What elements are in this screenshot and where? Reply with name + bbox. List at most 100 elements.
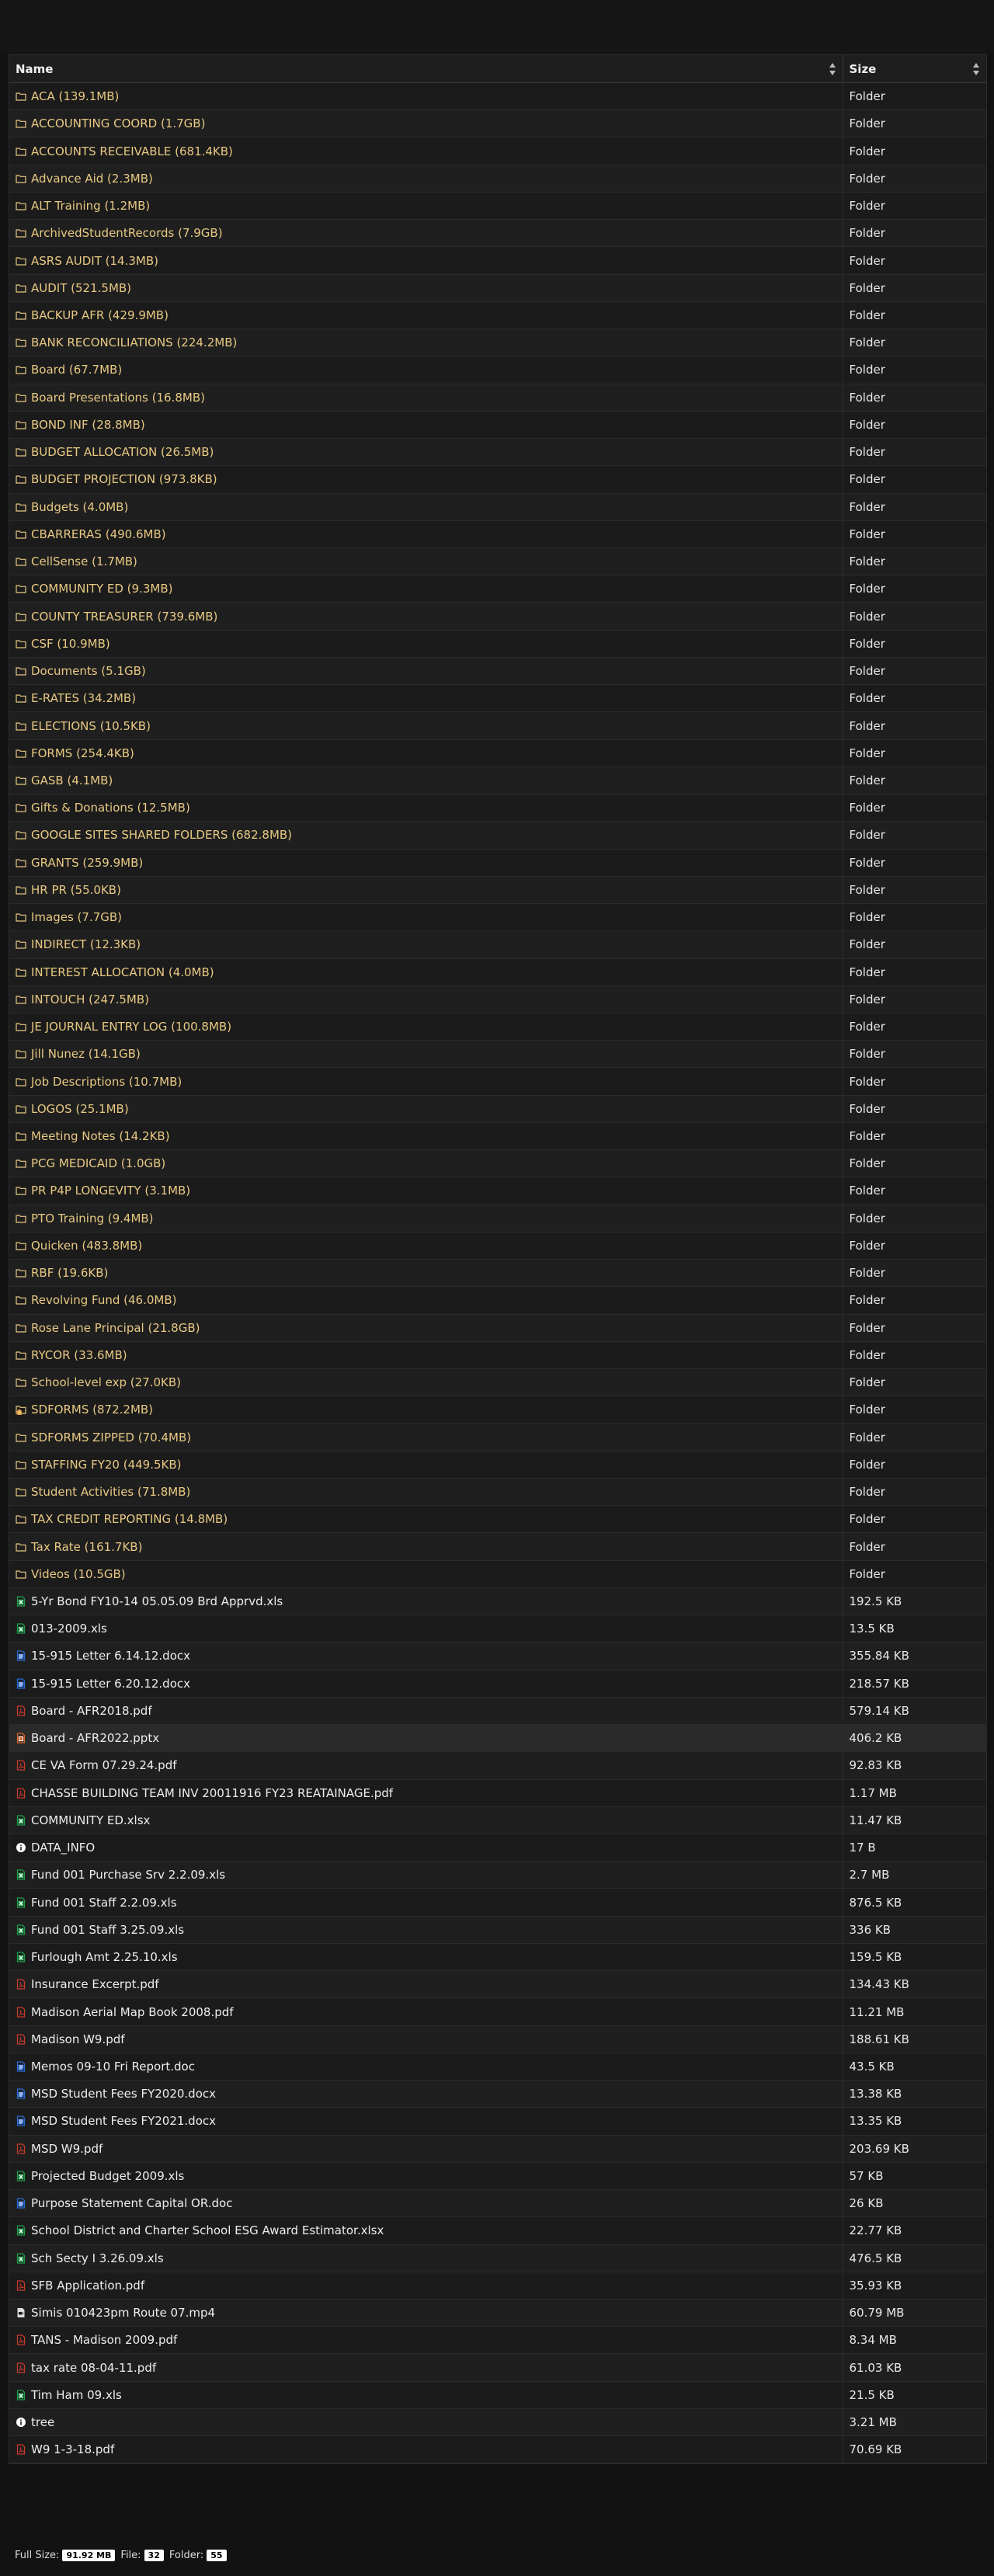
folder-link[interactable]: CSF (10.9MB) [31,637,110,651]
folder-row[interactable]: SDFORMS (872.2MB) Folder [9,1396,986,1424]
file-link[interactable]: Furlough Amt 2.25.10.xls [31,1950,178,1964]
file-link[interactable]: Memos 09-10 Fri Report.doc [31,2060,195,2074]
file-row[interactable]: Furlough Amt 2.25.10.xls 159.5 KB [9,1943,986,1972]
file-row[interactable]: W9 1-3-18.pdf 70.69 KB [9,2435,986,2464]
folder-link[interactable]: CBARRERAS (490.6MB) [31,527,166,541]
folder-link[interactable]: Videos (10.5GB) [31,1567,126,1581]
file-link[interactable]: Madison Aerial Map Book 2008.pdf [31,2005,234,2019]
file-row[interactable]: tree 3.21 MB [9,2408,986,2437]
file-row[interactable]: Simis 010423pm Route 07.mp4 60.79 MB [9,2299,986,2327]
folder-link[interactable]: Gifts & Donations (12.5MB) [31,801,190,815]
folder-row[interactable]: INTEREST ALLOCATION (4.0MB) Folder [9,958,986,986]
folder-row[interactable]: BANK RECONCILIATIONS (224.2MB) Folder [9,329,986,357]
folder-row[interactable]: PCG MEDICAID (1.0GB) Folder [9,1149,986,1178]
folder-link[interactable]: RBF (19.6KB) [31,1266,108,1280]
folder-row[interactable]: RBF (19.6KB) Folder [9,1259,986,1288]
file-link[interactable]: tax rate 08-04-11.pdf [31,2361,156,2375]
folder-link[interactable]: SDFORMS (872.2MB) [31,1403,153,1417]
sort-icon[interactable] [829,63,836,75]
folder-link[interactable]: BANK RECONCILIATIONS (224.2MB) [31,335,237,349]
file-link[interactable]: DATA_INFO [31,1841,95,1855]
file-row[interactable]: COMMUNITY ED.xlsx 11.47 KB [9,1806,986,1835]
file-row[interactable]: Purpose Statement Capital OR.doc 26 KB [9,2189,986,2218]
folder-link[interactable]: BUDGET PROJECTION (973.8KB) [31,472,217,486]
folder-link[interactable]: ACCOUNTS RECEIVABLE (681.4KB) [31,144,233,158]
file-row[interactable]: Projected Budget 2009.xls 57 KB [9,2162,986,2191]
size-column-header[interactable]: Size [843,55,986,83]
folder-link[interactable]: AUDIT (521.5MB) [31,281,131,295]
folder-link[interactable]: Board (67.7MB) [31,363,122,377]
file-link[interactable]: MSD Student Fees FY2021.docx [31,2114,216,2128]
file-link[interactable]: Insurance Excerpt.pdf [31,1977,159,1991]
folder-row[interactable]: COUNTY TREASURER (739.6MB) Folder [9,602,986,631]
folder-link[interactable]: COUNTY TREASURER (739.6MB) [31,610,217,624]
file-row[interactable]: 013-2009.xls 13.5 KB [9,1615,986,1643]
name-column-header[interactable]: Name [9,55,843,83]
folder-link[interactable]: GOOGLE SITES SHARED FOLDERS (682.8MB) [31,828,292,842]
folder-row[interactable]: Meeting Notes (14.2KB) Folder [9,1122,986,1151]
file-row[interactable]: Memos 09-10 Fri Report.doc 43.5 KB [9,2053,986,2081]
folder-row[interactable]: Advance Aid (2.3MB) Folder [9,165,986,193]
file-link[interactable]: Madison W9.pdf [31,2032,125,2046]
file-row[interactable]: Madison W9.pdf 188.61 KB [9,2025,986,2053]
folder-row[interactable]: Jill Nunez (14.1GB) Folder [9,1040,986,1069]
folder-link[interactable]: PCG MEDICAID (1.0GB) [31,1156,165,1170]
file-row[interactable]: tax rate 08-04-11.pdf 61.03 KB [9,2353,986,2382]
folder-link[interactable]: Advance Aid (2.3MB) [31,172,153,186]
folder-row[interactable]: CBARRERAS (490.6MB) Folder [9,520,986,548]
file-link[interactable]: 013-2009.xls [31,1622,107,1636]
folder-row[interactable]: AUDIT (521.5MB) Folder [9,274,986,302]
file-row[interactable]: Tim Ham 09.xls 21.5 KB [9,2381,986,2409]
folder-row[interactable]: ACCOUNTING COORD (1.7GB) Folder [9,110,986,138]
folder-row[interactable]: TAX CREDIT REPORTING (14.8MB) Folder [9,1505,986,1534]
file-row[interactable]: CHASSE BUILDING TEAM INV 20011916 FY23 R… [9,1779,986,1807]
folder-link[interactable]: INTOUCH (247.5MB) [31,993,149,1006]
file-link[interactable]: CE VA Form 07.29.24.pdf [31,1758,177,1772]
folder-row[interactable]: E-RATES (34.2MB) Folder [9,684,986,713]
file-row[interactable]: TANS - Madison 2009.pdf 8.34 MB [9,2326,986,2355]
folder-row[interactable]: BACKUP AFR (429.9MB) Folder [9,301,986,330]
folder-row[interactable]: RYCOR (33.6MB) Folder [9,1341,986,1370]
folder-row[interactable]: GRANTS (259.9MB) Folder [9,849,986,877]
folder-link[interactable]: Quicken (483.8MB) [31,1239,142,1253]
file-row[interactable]: Fund 001 Staff 2.2.09.xls 876.5 KB [9,1888,986,1917]
folder-row[interactable]: Revolving Fund (46.0MB) Folder [9,1286,986,1315]
folder-row[interactable]: GASB (4.1MB) Folder [9,767,986,795]
folder-link[interactable]: INTEREST ALLOCATION (4.0MB) [31,965,214,979]
file-link[interactable]: Purpose Statement Capital OR.doc [31,2196,232,2210]
folder-link[interactable]: TAX CREDIT REPORTING (14.8MB) [31,1512,228,1526]
file-link[interactable]: Board - AFR2018.pdf [31,1704,152,1718]
file-row[interactable]: Board - AFR2022.pptx 406.2 KB [9,1724,986,1753]
folder-row[interactable]: BUDGET PROJECTION (973.8KB) Folder [9,465,986,494]
file-link[interactable]: COMMUNITY ED.xlsx [31,1813,150,1827]
file-row[interactable]: Sch Secty I 3.26.09.xls 476.5 KB [9,2244,986,2272]
folder-link[interactable]: INDIRECT (12.3KB) [31,937,141,951]
folder-link[interactable]: GRANTS (259.9MB) [31,856,143,870]
folder-row[interactable]: COMMUNITY ED (9.3MB) Folder [9,575,986,603]
folder-row[interactable]: HR PR (55.0KB) Folder [9,876,986,905]
folder-row[interactable]: School-level exp (27.0KB) Folder [9,1368,986,1397]
folder-link[interactable]: LOGOS (25.1MB) [31,1102,129,1116]
file-row[interactable]: Board - AFR2018.pdf 579.14 KB [9,1697,986,1726]
folder-row[interactable]: Job Descriptions (10.7MB) Folder [9,1067,986,1096]
file-row[interactable]: SFB Application.pdf 35.93 KB [9,2272,986,2300]
folder-row[interactable]: ACA (139.1MB) Folder [9,82,986,111]
folder-row[interactable]: BUDGET ALLOCATION (26.5MB) Folder [9,438,986,467]
folder-row[interactable]: ASRS AUDIT (14.3MB) Folder [9,246,986,275]
folder-row[interactable]: BOND INF (28.8MB) Folder [9,411,986,440]
folder-row[interactable]: Images (7.7GB) Folder [9,903,986,932]
folder-row[interactable]: GOOGLE SITES SHARED FOLDERS (682.8MB) Fol… [9,821,986,850]
file-row[interactable]: MSD W9.pdf 203.69 KB [9,2135,986,2163]
file-link[interactable]: Simis 010423pm Route 07.mp4 [31,2306,215,2320]
file-row[interactable]: MSD Student Fees FY2020.docx 13.38 KB [9,2080,986,2108]
file-row[interactable]: Fund 001 Staff 3.25.09.xls 336 KB [9,1916,986,1944]
file-row[interactable]: Madison Aerial Map Book 2008.pdf 11.21 MB [9,1997,986,2026]
folder-link[interactable]: Meeting Notes (14.2KB) [31,1129,170,1143]
folder-link[interactable]: Rose Lane Principal (21.8GB) [31,1321,200,1335]
file-link[interactable]: Projected Budget 2009.xls [31,2169,184,2183]
file-link[interactable]: Sch Secty I 3.26.09.xls [31,2251,164,2265]
file-row[interactable]: Fund 001 Purchase Srv 2.2.09.xls 2.7 MB [9,1861,986,1889]
folder-row[interactable]: ALT Training (1.2MB) Folder [9,192,986,221]
folder-link[interactable]: SDFORMS ZIPPED (70.4MB) [31,1431,191,1444]
folder-link[interactable]: PR P4P LONGEVITY (3.1MB) [31,1184,190,1198]
